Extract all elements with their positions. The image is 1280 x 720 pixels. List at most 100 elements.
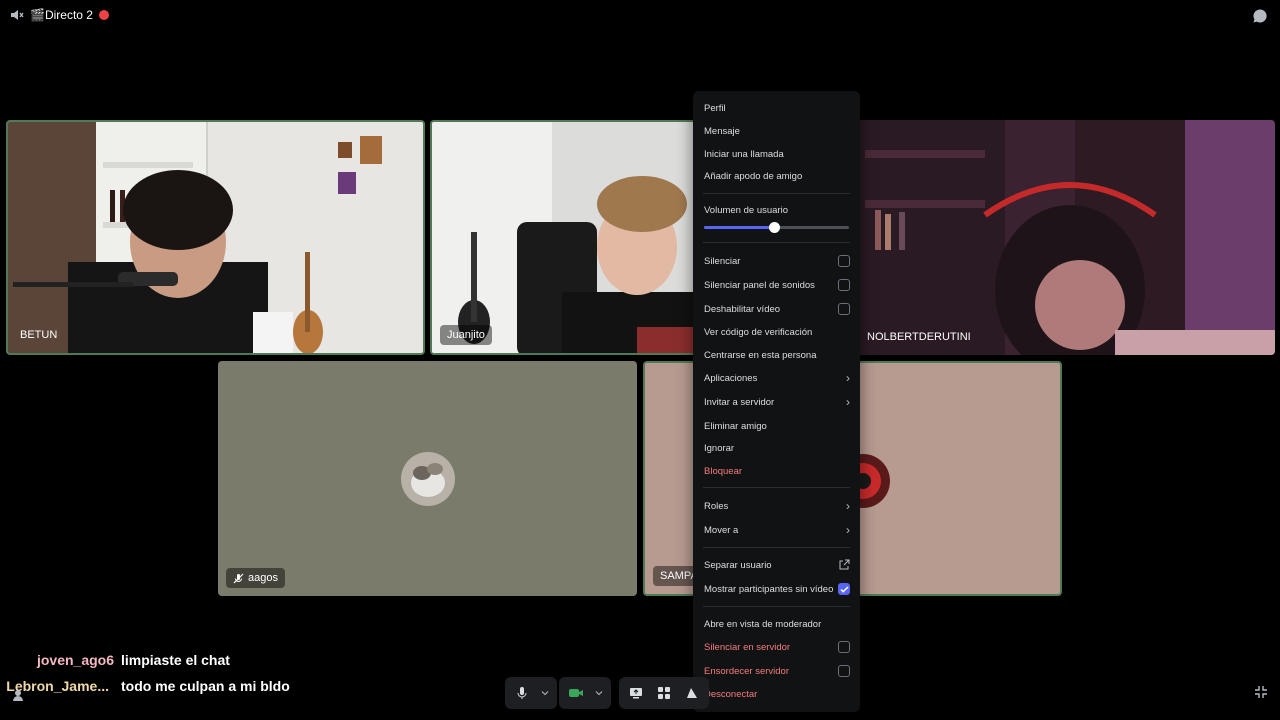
chevron-right-icon: ›	[846, 523, 850, 537]
checkbox[interactable]	[838, 665, 850, 677]
menu-item-label: Perfil	[704, 102, 726, 114]
menu-item-pop-out[interactable]: Separar usuario	[704, 555, 850, 575]
microphone-icon	[517, 687, 527, 699]
menu-separator	[703, 606, 850, 607]
live-indicator-icon	[98, 10, 109, 20]
external-link-icon	[838, 559, 850, 571]
video-tile-nolbertderutini[interactable]: NOLBERTDERUTINI	[855, 120, 1275, 355]
participant-name: BETUN	[20, 329, 58, 341]
participant-name: Juanjito	[447, 329, 485, 341]
avatar	[401, 452, 455, 506]
participant-name-tag: aagos	[226, 568, 285, 588]
checkbox[interactable]	[838, 641, 850, 653]
menu-item-label: Centrarse en esta persona	[704, 349, 817, 361]
menu-item-label: Silenciar	[704, 255, 741, 267]
menu-item-label: Iniciar una llamada	[704, 148, 784, 160]
webcam-feed	[8, 122, 423, 353]
top-bar: 🎬Directo 2	[0, 0, 1280, 32]
checkbox[interactable]	[838, 255, 850, 267]
camera-control	[559, 677, 611, 709]
microphone-control	[505, 677, 557, 709]
menu-item-roles[interactable]: Roles ›	[704, 496, 850, 516]
menu-item-focus[interactable]: Centrarse en esta persona	[704, 345, 850, 365]
menu-item-label: Ver código de verificación	[704, 326, 813, 338]
slider-handle[interactable]	[768, 222, 780, 233]
menu-item-label: Abre en vista de moderador	[704, 618, 822, 630]
menu-item-label: Eliminar amigo	[704, 420, 767, 432]
activities-icon	[658, 687, 670, 699]
menu-item-user-volume: Volumen de usuario	[704, 200, 850, 220]
menu-item-move-to[interactable]: Mover a ›	[704, 520, 850, 540]
chevron-down-icon[interactable]	[539, 682, 551, 704]
menu-item-show-no-video[interactable]: Mostrar participantes sin vídeo	[704, 579, 850, 599]
menu-separator	[703, 242, 850, 243]
microphone-button[interactable]	[511, 682, 533, 704]
webcam-feed	[855, 120, 1275, 355]
user-context-menu: Perfil Mensaje Iniciar una llamada Añadi…	[693, 91, 860, 712]
microphone-muted-icon	[233, 573, 244, 584]
channel-name: 🎬Directo 2	[30, 8, 93, 22]
channel-header: 🎬Directo 2	[10, 8, 109, 22]
menu-separator	[703, 487, 850, 488]
menu-item-server-mute[interactable]: Silenciar en servidor	[704, 637, 850, 657]
menu-item-message[interactable]: Mensaje	[704, 121, 850, 141]
menu-item-invite[interactable]: Invitar a servidor ›	[704, 392, 850, 412]
checkmark-icon	[839, 585, 849, 593]
add-user-icon[interactable]	[12, 688, 26, 702]
menu-item-label: Invitar a servidor	[704, 396, 775, 408]
menu-item-disable-video[interactable]: Deshabilitar vídeo	[704, 299, 850, 319]
participant-name: aagos	[248, 572, 278, 584]
menu-item-label: Bloquear	[704, 465, 743, 477]
menu-item-label: Ensordecer servidor	[704, 665, 790, 677]
menu-item-label: Aplicaciones	[704, 372, 758, 384]
menu-separator	[703, 547, 850, 548]
video-tile-betun[interactable]: BETUN	[6, 120, 425, 355]
menu-item-verification-code[interactable]: Ver código de verificación	[704, 322, 850, 342]
screen-share-button[interactable]	[625, 682, 647, 704]
checkbox[interactable]	[838, 303, 850, 315]
activity-controls	[619, 677, 709, 709]
menu-item-label: Deshabilitar vídeo	[704, 303, 781, 315]
menu-item-start-call[interactable]: Iniciar una llamada	[704, 144, 850, 164]
webcam-feed	[432, 122, 698, 353]
chat-username: joven_ago6	[36, 652, 114, 668]
menu-item-ignore[interactable]: Ignorar	[704, 438, 850, 458]
menu-item-apps[interactable]: Aplicaciones ›	[704, 368, 850, 388]
menu-item-block[interactable]: Bloquear	[704, 461, 850, 481]
participant-name: NOLBERTDERUTINI	[867, 331, 971, 343]
chevron-down-icon[interactable]	[593, 682, 605, 704]
camera-button[interactable]	[565, 682, 587, 704]
menu-item-add-nickname[interactable]: Añadir apodo de amigo	[704, 166, 850, 186]
chat-bubble-icon[interactable]	[1252, 8, 1268, 24]
menu-item-disconnect[interactable]: Desconectar	[704, 684, 850, 704]
user-volume-slider[interactable]	[704, 222, 849, 233]
menu-separator	[703, 193, 850, 194]
soundboard-icon	[687, 688, 697, 698]
soundboard-button[interactable]	[681, 682, 703, 704]
checkbox-checked[interactable]	[838, 583, 850, 595]
menu-item-profile[interactable]: Perfil	[704, 98, 850, 118]
chevron-right-icon: ›	[846, 499, 850, 513]
activities-button[interactable]	[653, 682, 675, 704]
menu-item-label: Mostrar participantes sin vídeo	[704, 583, 834, 595]
menu-item-label: Mensaje	[704, 125, 740, 137]
chat-text: todo me culpan a mi bldo	[121, 678, 290, 694]
menu-item-remove-friend[interactable]: Eliminar amigo	[704, 416, 850, 436]
participant-name-tag: BETUN	[16, 325, 61, 345]
menu-item-mute[interactable]: Silenciar	[704, 251, 850, 271]
participant-name-tag: NOLBERTDERUTINI	[863, 327, 975, 347]
menu-item-label: Roles	[704, 500, 729, 512]
menu-item-server-deafen[interactable]: Ensordecer servidor	[704, 661, 850, 681]
menu-item-label: Silenciar en servidor	[704, 641, 791, 653]
speaker-muted-icon[interactable]	[10, 8, 24, 22]
video-tile-aagos[interactable]: aagos	[218, 361, 637, 596]
participant-name-tag: Juanjito	[440, 325, 492, 345]
menu-item-label: Separar usuario	[704, 559, 772, 571]
call-controls	[505, 677, 709, 709]
video-tile-juanjito[interactable]: Juanjito	[430, 120, 700, 355]
chevron-right-icon: ›	[846, 395, 850, 409]
menu-item-moderator-view[interactable]: Abre en vista de moderador	[704, 614, 850, 634]
exit-fullscreen-icon[interactable]	[1254, 685, 1268, 699]
menu-item-mute-soundboard[interactable]: Silenciar panel de sonidos	[704, 275, 850, 295]
checkbox[interactable]	[838, 279, 850, 291]
